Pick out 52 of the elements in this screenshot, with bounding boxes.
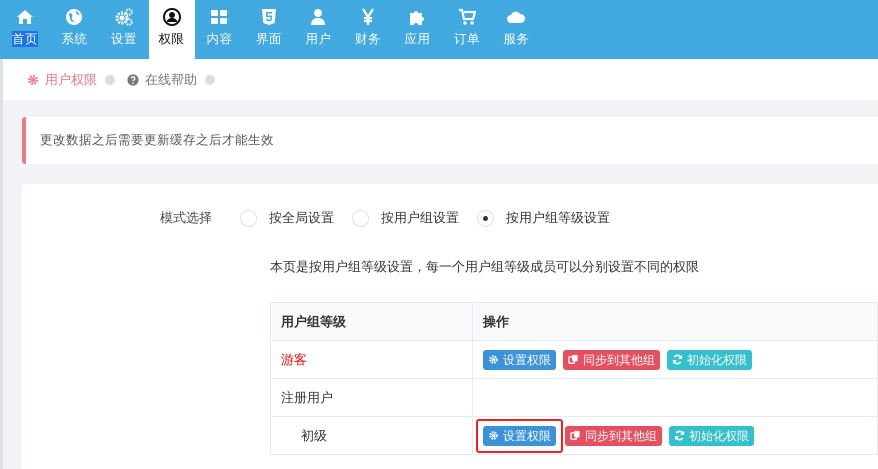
separator-dot <box>105 74 115 84</box>
refresh-icon <box>674 430 685 441</box>
table-cell: 初级 <box>270 416 472 454</box>
table-cell: 游客 <box>270 340 472 378</box>
nav-tab[interactable]: 内容 <box>194 0 244 59</box>
gear-icon <box>27 74 39 86</box>
user-circle-icon <box>162 8 180 26</box>
action-button[interactable]: 设置权限 <box>483 350 556 370</box>
copy-icon <box>570 430 581 441</box>
gears-icon <box>114 8 133 26</box>
globe-icon <box>65 8 84 26</box>
table-cell: 注册用户 <box>270 378 472 416</box>
help-icon <box>127 74 139 86</box>
breadcrumb-link[interactable]: 在线帮助 <box>127 70 197 88</box>
home-icon <box>16 8 34 26</box>
column-header: 操作 <box>472 302 878 340</box>
description-text: 本页是按用户组等级设置，每一个用户组等级成员可以分别设置不同的权限 <box>270 259 700 276</box>
nav-tab[interactable]: 服务 <box>492 0 541 59</box>
alert-message: 更改数据之后需要更新缓存之后才能生效 <box>22 117 878 164</box>
action-button[interactable]: 同步到其他组 <box>565 426 662 446</box>
nav-tab[interactable]: 订单 <box>442 0 492 59</box>
gear-icon <box>488 430 499 441</box>
grid-icon <box>210 8 228 26</box>
column-header: 用户组等级 <box>270 302 472 340</box>
nav-tab[interactable]: 财务 <box>343 0 392 59</box>
action-button[interactable]: 初始化权限 <box>667 350 752 370</box>
radio-button[interactable] <box>240 210 257 226</box>
nav-tab[interactable]: 设置 <box>99 0 148 59</box>
breadcrumb-link[interactable]: 用户权限 <box>27 70 97 88</box>
radio-label[interactable]: 按全局设置 <box>269 209 334 227</box>
action-button[interactable]: 初始化权限 <box>669 426 754 446</box>
action-button[interactable]: 设置权限 <box>483 426 556 446</box>
nav-tab[interactable]: 界面 <box>244 0 294 59</box>
nav-tab[interactable]: 用户 <box>294 0 343 59</box>
nav-tab[interactable]: 首页 <box>0 0 50 59</box>
user-icon <box>309 8 328 26</box>
nav-tab[interactable]: 系统 <box>50 0 99 59</box>
cart-icon <box>458 8 476 26</box>
gear-icon <box>488 354 499 365</box>
separator-dot <box>205 74 215 84</box>
nav-tab[interactable]: 应用 <box>392 0 442 59</box>
radio-label[interactable]: 按用户组设置 <box>381 209 459 227</box>
shield-icon <box>260 8 278 26</box>
puzzle-icon <box>408 8 426 26</box>
refresh-icon <box>672 354 683 365</box>
radio-button[interactable] <box>477 210 494 226</box>
nav-tab[interactable]: 权限 <box>148 0 194 59</box>
copy-icon <box>568 354 579 365</box>
action-button[interactable]: 同步到其他组 <box>563 350 660 370</box>
field-label: 模式选择 <box>159 210 213 227</box>
radio-button[interactable] <box>352 210 369 226</box>
radio-label[interactable]: 按用户组等级设置 <box>506 209 610 227</box>
